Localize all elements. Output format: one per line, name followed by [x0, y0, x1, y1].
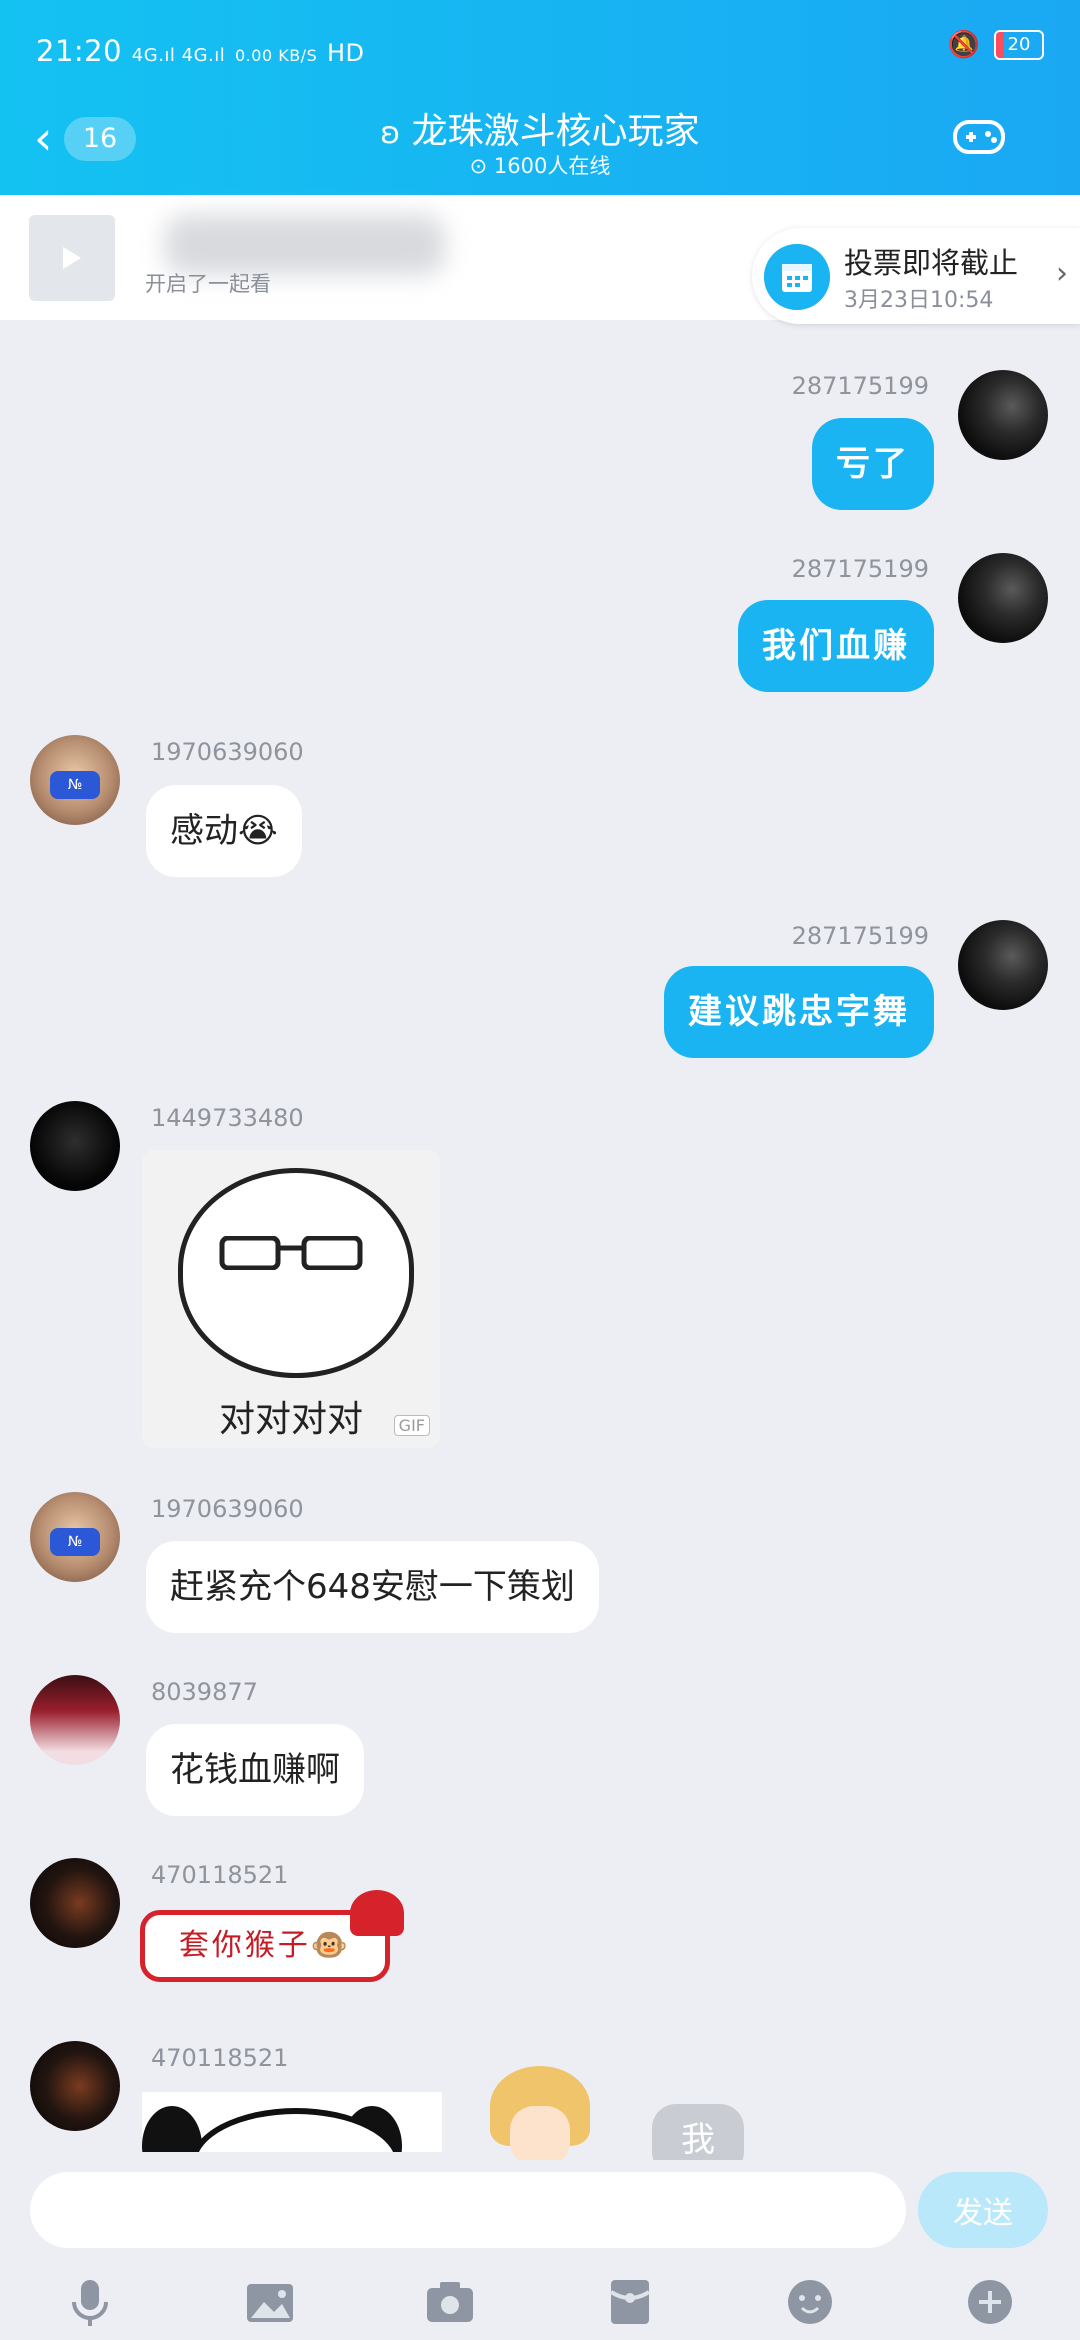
- santa-hat-icon: [350, 1890, 404, 1936]
- cartoon-face: [178, 1168, 414, 1378]
- camera-icon[interactable]: [422, 2274, 478, 2330]
- red-packet-icon[interactable]: [602, 2274, 658, 2330]
- message-bubble[interactable]: 亏了: [812, 418, 934, 510]
- watch-together-text: 开启了一起看: [145, 272, 271, 296]
- clock: 21:20: [36, 34, 123, 68]
- group-name: 龙珠激斗核心玩家: [411, 111, 700, 152]
- panda-sticker[interactable]: [142, 2092, 442, 2152]
- sender-id: 1449733480: [151, 1104, 304, 1132]
- blurred-content: [165, 215, 445, 275]
- message-bubble[interactable]: 赶紧充个648安慰一下策划: [146, 1541, 599, 1633]
- gamepad-icon[interactable]: [952, 116, 1006, 156]
- vote-title: 投票即将截止: [844, 246, 1019, 280]
- message-input[interactable]: [30, 2172, 906, 2248]
- hd-indicator: HD: [326, 39, 365, 67]
- sender-id: 287175199: [791, 555, 929, 583]
- avatar[interactable]: [30, 1675, 120, 1765]
- avatar[interactable]: [30, 1101, 120, 1191]
- plus-icon[interactable]: [962, 2274, 1018, 2330]
- sender-id: 287175199: [791, 372, 929, 400]
- mic-icon[interactable]: [62, 2274, 118, 2330]
- image-icon[interactable]: [242, 2274, 298, 2330]
- check-circle-icon: ⊙: [469, 154, 488, 178]
- sender-id: 8039877: [151, 1678, 258, 1706]
- status-time: 21:20 4G.ıl 4G.ıl 0.00 KB/S HD: [36, 34, 364, 68]
- mute-icon: 🔕: [947, 30, 980, 60]
- sender-id: 470118521: [151, 1861, 289, 1889]
- sender-id: 1970639060: [151, 1495, 304, 1523]
- vote-deadline: 3月23日10:54: [844, 288, 994, 313]
- character-face: [510, 2106, 570, 2166]
- battery-icon: 20: [994, 30, 1044, 60]
- panda-ear: [142, 2106, 202, 2152]
- status-right: 🔕 20: [948, 30, 1044, 60]
- message-bubble[interactable]: 我们血赚: [738, 600, 934, 692]
- chevron-right-icon: ›: [1056, 256, 1068, 291]
- sender-id: 1970639060: [151, 738, 304, 766]
- gif-sticker[interactable]: 对对对对 GIF: [142, 1150, 440, 1448]
- emoji-icon[interactable]: [782, 2274, 838, 2330]
- sender-id: 470118521: [151, 2044, 289, 2072]
- avatar[interactable]: [30, 1492, 120, 1582]
- anime-character-sticker[interactable]: [480, 2066, 600, 2166]
- avatar[interactable]: [958, 370, 1048, 460]
- online-text: 1600人在线: [493, 154, 611, 178]
- glasses-icon: [219, 1236, 363, 1270]
- input-area: 发送: [0, 2160, 1080, 2340]
- avatar[interactable]: [30, 2041, 120, 2131]
- sticker-caption: 套你猴子🐵: [178, 1928, 352, 1963]
- message-bubble[interactable]: 花钱血赚啊: [146, 1724, 364, 1816]
- message-bubble[interactable]: 感动😭: [146, 785, 302, 877]
- sender-id: 287175199: [791, 922, 929, 950]
- avatar[interactable]: [958, 553, 1048, 643]
- avatar[interactable]: [30, 735, 120, 825]
- chat-header: 21:20 4G.ıl 4G.ıl 0.00 KB/S HD 🔕 20 ‹ 16…: [0, 0, 1080, 195]
- send-button[interactable]: 发送: [918, 2172, 1048, 2248]
- avatar[interactable]: [958, 920, 1048, 1010]
- avatar[interactable]: [30, 1858, 120, 1948]
- group-title[interactable]: ʚ 龙珠激斗核心玩家: [0, 102, 1080, 154]
- video-thumbnail[interactable]: [29, 215, 115, 301]
- vote-reminder[interactable]: 投票即将截止 3月23日10:54 ›: [752, 228, 1080, 324]
- ear-icon: ʚ: [380, 116, 401, 151]
- calendar-icon: [764, 244, 830, 310]
- signal-indicator: 4G.ıl 4G.ıl: [131, 45, 226, 66]
- message-bubble[interactable]: 建议跳忠字舞: [664, 966, 934, 1058]
- network-speed: 0.00 KB/S: [235, 46, 318, 65]
- input-toolbar: [0, 2260, 1080, 2340]
- online-count: ⊙ 1600人在线: [0, 150, 1080, 180]
- gif-badge: GIF: [393, 1415, 430, 1436]
- banner-sticker[interactable]: 套你猴子🐵: [132, 1890, 404, 2005]
